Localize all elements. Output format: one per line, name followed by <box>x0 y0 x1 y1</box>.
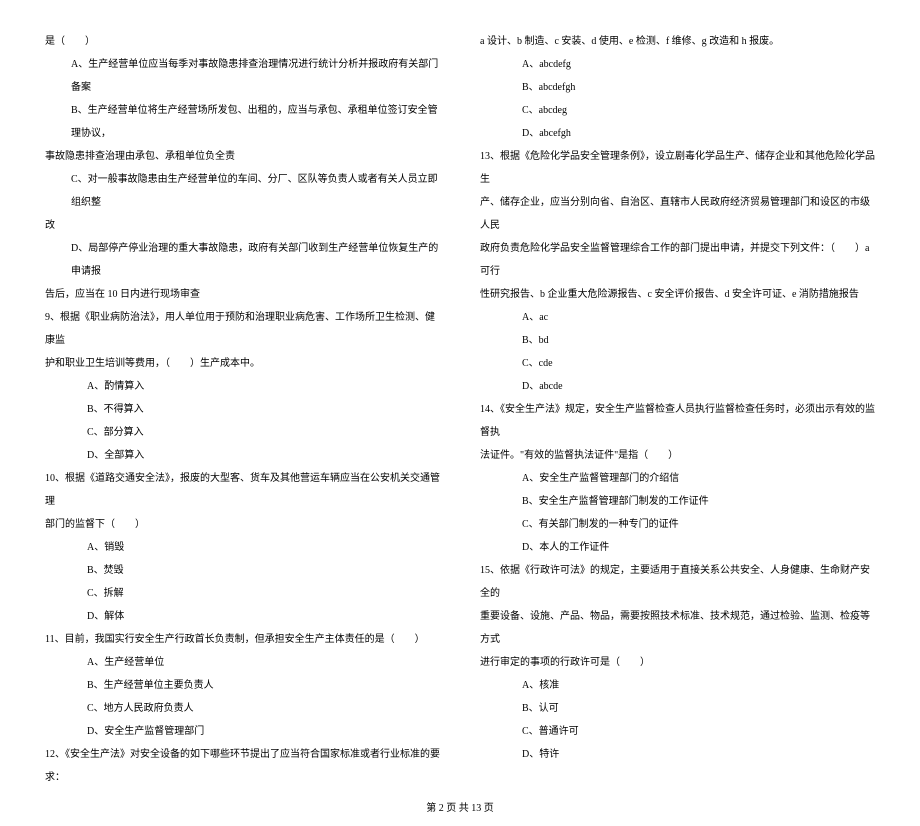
q14-stem-line1: 14、《安全生产法》规定，安全生产监督检查人员执行监督检查任务时，必须出示有效的… <box>480 398 875 444</box>
q9-option-a: A、酌情算入 <box>45 375 440 398</box>
q12-option-a: A、abcdefg <box>480 53 875 76</box>
q12-options-text: a 设计、b 制造、c 安装、d 使用、e 检测、f 维修、g 改造和 h 报废… <box>480 30 875 53</box>
q12-option-d: D、abcefgh <box>480 122 875 145</box>
q13-option-b: B、bd <box>480 329 875 352</box>
q8-option-d-line1: D、局部停产停业治理的重大事故隐患，政府有关部门收到生产经营单位恢复生产的申请报 <box>45 237 440 283</box>
q14-option-d: D、本人的工作证件 <box>480 536 875 559</box>
q8-option-c-line1: C、对一般事故隐患由生产经营单位的车间、分厂、区队等负责人或者有关人员立即组织整 <box>45 168 440 214</box>
q12-stem: 12、《安全生产法》对安全设备的如下哪些环节提出了应当符合国家标准或者行业标准的… <box>45 743 440 789</box>
q14-option-b: B、安全生产监督管理部门制发的工作证件 <box>480 490 875 513</box>
q12-option-c: C、abcdeg <box>480 99 875 122</box>
q11-option-b: B、生产经营单位主要负责人 <box>45 674 440 697</box>
q9-stem-line2: 护和职业卫生培训等费用，（ ）生产成本中。 <box>45 352 440 375</box>
q15-option-b: B、认可 <box>480 697 875 720</box>
q10-option-a: A、销毁 <box>45 536 440 559</box>
right-column: a 设计、b 制造、c 安装、d 使用、e 检测、f 维修、g 改造和 h 报废… <box>460 30 875 789</box>
q8-option-b-line2: 事故隐患排查治理由承包、承租单位负全责 <box>45 145 440 168</box>
q11-option-d: D、安全生产监督管理部门 <box>45 720 440 743</box>
q9-option-b: B、不得算入 <box>45 398 440 421</box>
q9-option-d: D、全部算入 <box>45 444 440 467</box>
q11-option-a: A、生产经营单位 <box>45 651 440 674</box>
q8-stem-tail: 是（ ） <box>45 30 440 53</box>
q10-option-b: B、焚毁 <box>45 559 440 582</box>
q14-stem-line2: 法证件。"有效的监督执法证件"是指（ ） <box>480 444 875 467</box>
q13-stem-line4: 性研究报告、b 企业重大危险源报告、c 安全评价报告、d 安全许可证、e 消防措… <box>480 283 875 306</box>
q10-stem-line2: 部门的监督下（ ） <box>45 513 440 536</box>
q10-option-c: C、拆解 <box>45 582 440 605</box>
q9-stem-line1: 9、根据《职业病防治法》，用人单位用于预防和治理职业病危害、工作场所卫生检测、健… <box>45 306 440 352</box>
q13-option-a: A、ac <box>480 306 875 329</box>
q13-stem-line2: 产、储存企业，应当分别向省、自治区、直辖市人民政府经济贸易管理部门和设区的市级人… <box>480 191 875 237</box>
page-content: 是（ ） A、生产经营单位应当每季对事故隐患排查治理情况进行统计分析并报政府有关… <box>0 0 920 799</box>
q11-stem: 11、目前，我国实行安全生产行政首长负责制，但承担安全生产主体责任的是（ ） <box>45 628 440 651</box>
q10-stem-line1: 10、根据《道路交通安全法》，报废的大型客、货车及其他营运车辆应当在公安机关交通… <box>45 467 440 513</box>
q15-option-a: A、核准 <box>480 674 875 697</box>
q13-stem-line3: 政府负责危险化学品安全监督管理综合工作的部门提出申请，并提交下列文件：（ ）a … <box>480 237 875 283</box>
left-column: 是（ ） A、生产经营单位应当每季对事故隐患排查治理情况进行统计分析并报政府有关… <box>45 30 460 789</box>
q8-option-b-line1: B、生产经营单位将生产经营场所发包、出租的，应当与承包、承租单位签订安全管理协议… <box>45 99 440 145</box>
q13-option-d: D、abcde <box>480 375 875 398</box>
q15-stem-line1: 15、依据《行政许可法》的规定，主要适用于直接关系公共安全、人身健康、生命财产安… <box>480 559 875 605</box>
q12-option-b: B、abcdefgh <box>480 76 875 99</box>
q15-stem-line2: 重要设备、设施、产品、物品，需要按照技术标准、技术规范，通过检验、监测、检疫等方… <box>480 605 875 651</box>
q15-stem-line3: 进行审定的事项的行政许可是（ ） <box>480 651 875 674</box>
q15-option-c: C、普通许可 <box>480 720 875 743</box>
q14-option-a: A、安全生产监督管理部门的介绍信 <box>480 467 875 490</box>
q13-option-c: C、cde <box>480 352 875 375</box>
q8-option-c-line2: 改 <box>45 214 440 237</box>
q9-option-c: C、部分算入 <box>45 421 440 444</box>
q14-option-c: C、有关部门制发的一种专门的证件 <box>480 513 875 536</box>
q8-option-a: A、生产经营单位应当每季对事故隐患排查治理情况进行统计分析并报政府有关部门备案 <box>45 53 440 99</box>
q11-option-c: C、地方人民政府负责人 <box>45 697 440 720</box>
q10-option-d: D、解体 <box>45 605 440 628</box>
q15-option-d: D、特许 <box>480 743 875 766</box>
page-footer: 第 2 页 共 13 页 <box>0 799 920 826</box>
q13-stem-line1: 13、根据《危险化学品安全管理条例》，设立剧毒化学品生产、储存企业和其他危险化学… <box>480 145 875 191</box>
q8-option-d-line2: 告后，应当在 10 日内进行现场审查 <box>45 283 440 306</box>
